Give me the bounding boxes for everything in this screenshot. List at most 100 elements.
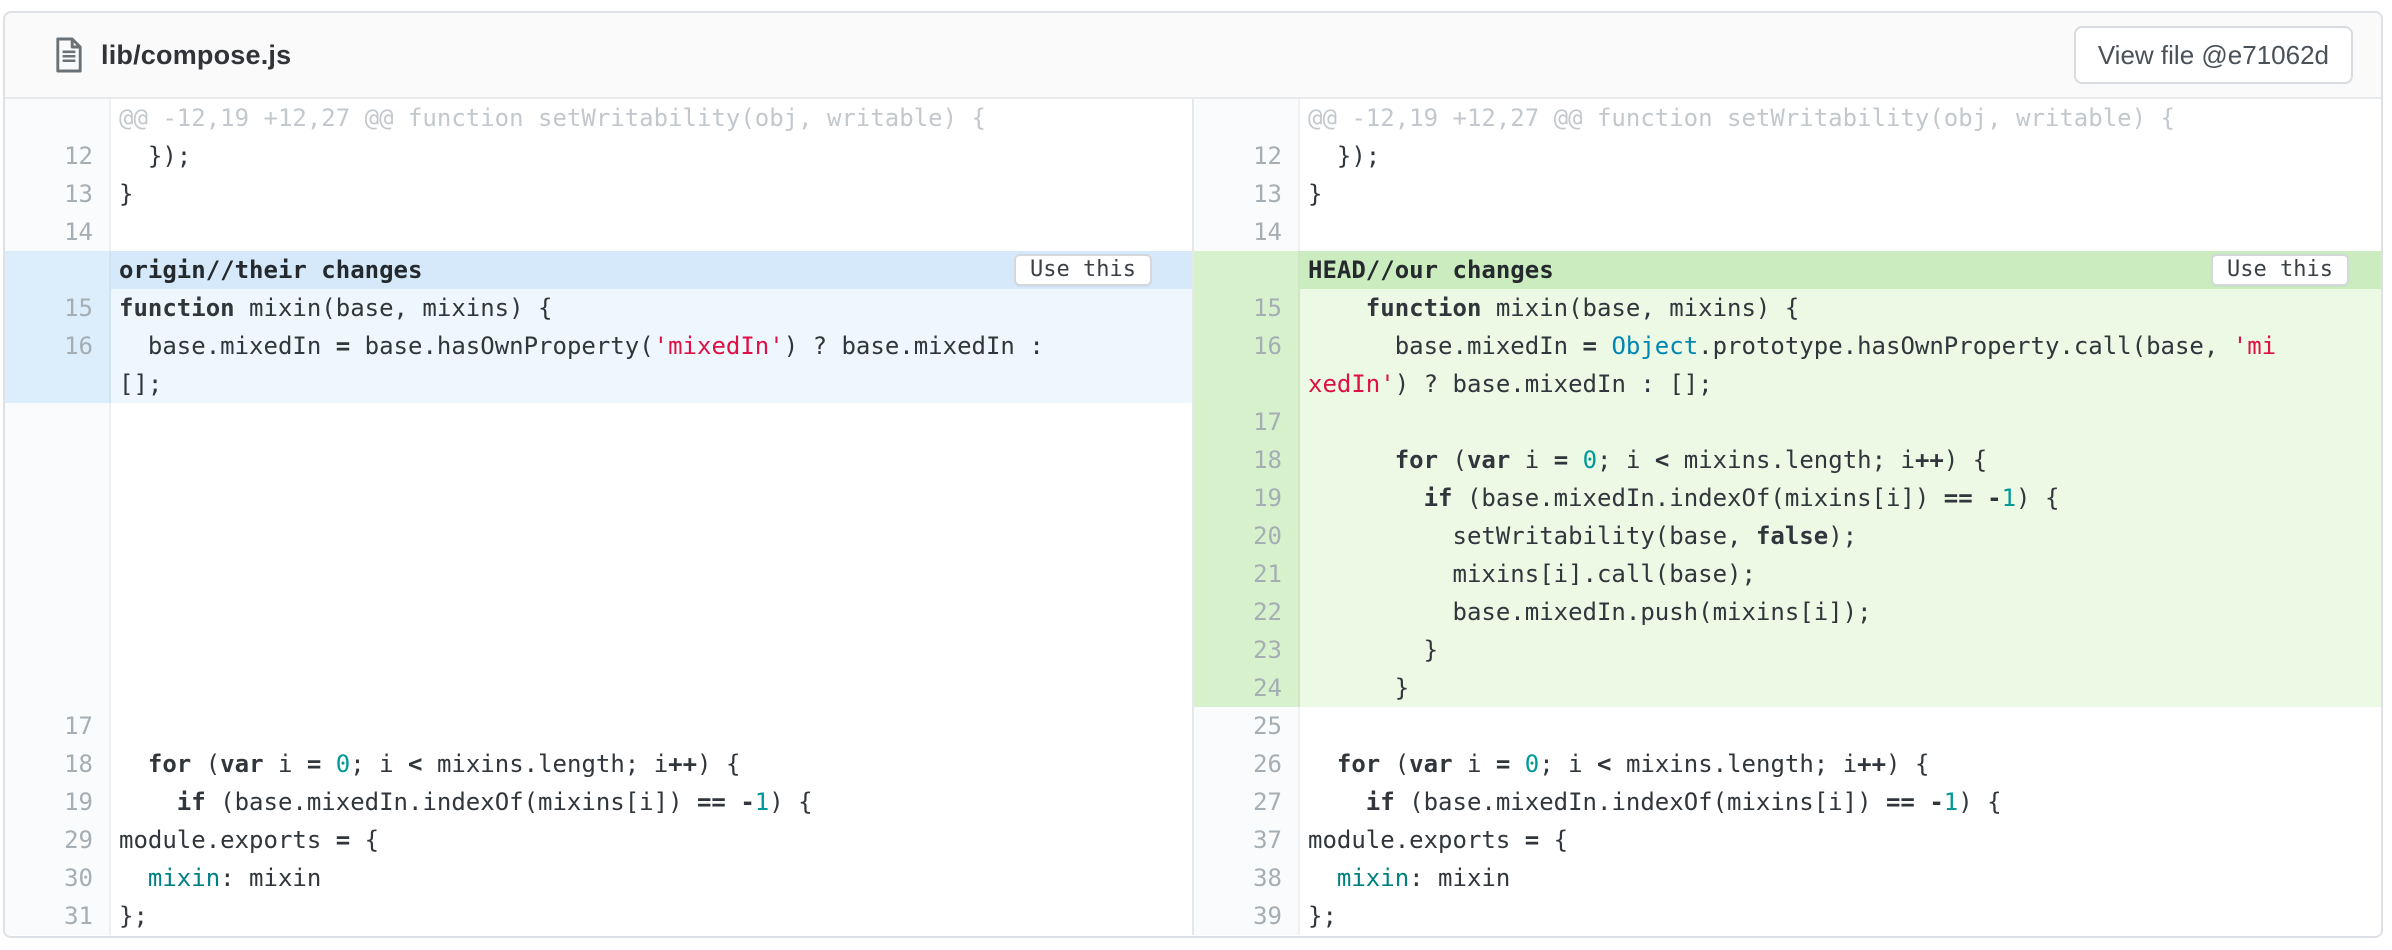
code-row: 13}: [1194, 175, 2381, 213]
code-line: origin//their changes Use this: [111, 251, 1192, 289]
use-this-button[interactable]: Use this: [2211, 254, 2349, 286]
code-line: for (var i = 0; i < mixins.length; i++) …: [1300, 441, 2381, 479]
code-row: 12 });: [1194, 137, 2381, 175]
code-line: [1300, 707, 2381, 745]
line-number: 15: [1194, 289, 1300, 327]
code-row: 26 for (var i = 0; i < mixins.length; i+…: [1194, 745, 2381, 783]
code-row: 31};: [5, 897, 1192, 935]
code-row: 30 mixin: mixin: [5, 859, 1192, 897]
code-line: setWritability(base, false);: [1300, 517, 2381, 555]
conflict-header-row: HEAD//our changes Use this: [1194, 251, 2381, 289]
line-number: 27: [1194, 783, 1300, 821]
code-line: [];: [111, 365, 1192, 403]
line-number: 37: [1194, 821, 1300, 859]
line-number: 26: [1194, 745, 1300, 783]
code-line: function mixin(base, mixins) {: [111, 289, 1192, 327]
split-diff: @@ -12,19 +12,27 @@ function setWritabil…: [5, 99, 2381, 935]
code-line: base.mixedIn = base.hasOwnProperty('mixe…: [111, 327, 1192, 365]
code-row: 29module.exports = {: [5, 821, 1192, 859]
code-row: 16 base.mixedIn = Object.prototype.hasOw…: [1194, 327, 2381, 365]
code-row: 15function mixin(base, mixins) {: [5, 289, 1192, 327]
line-number: 18: [5, 745, 111, 783]
code-row: 24 }: [1194, 669, 2381, 707]
code-line: };: [111, 897, 1192, 935]
code-line: }: [1300, 175, 2381, 213]
line-number: 12: [5, 137, 111, 175]
code-row: 25: [1194, 707, 2381, 745]
line-number: 30: [5, 859, 111, 897]
code-line: });: [1300, 137, 2381, 175]
code-row: 13}: [5, 175, 1192, 213]
code-row: 18 for (var i = 0; i < mixins.length; i+…: [5, 745, 1192, 783]
use-this-button[interactable]: Use this: [1014, 254, 1152, 286]
code-row: 14: [5, 213, 1192, 251]
code-row: 20 setWritability(base, false);: [1194, 517, 2381, 555]
code-row: 21 mixins[i].call(base);: [1194, 555, 2381, 593]
code-line: [111, 403, 1192, 707]
hunk-header-text: @@ -12,19 +12,27 @@ function setWritabil…: [111, 99, 1192, 137]
code-line: if (base.mixedIn.indexOf(mixins[i]) == -…: [1300, 783, 2381, 821]
code-line: for (var i = 0; i < mixins.length; i++) …: [111, 745, 1192, 783]
code-line: module.exports = {: [1300, 821, 2381, 859]
file-conflict-card: lib/compose.js View file @e71062d @@ -12…: [3, 11, 2383, 938]
code-line: base.mixedIn = Object.prototype.hasOwnPr…: [1300, 327, 2381, 365]
line-number: 12: [1194, 137, 1300, 175]
code-line: base.mixedIn.push(mixins[i]);: [1300, 593, 2381, 631]
filler-row: [5, 403, 1192, 707]
line-number: 29: [5, 821, 111, 859]
conflict-header-row: origin//their changes Use this: [5, 251, 1192, 289]
code-row: 23 }: [1194, 631, 2381, 669]
code-line: function mixin(base, mixins) {: [1300, 289, 2381, 327]
code-row: 22 base.mixedIn.push(mixins[i]);: [1194, 593, 2381, 631]
line-number: 19: [5, 783, 111, 821]
code-line: [1300, 213, 2381, 251]
line-number: 25: [1194, 707, 1300, 745]
line-number: 16: [1194, 327, 1300, 365]
line-number: 20: [1194, 517, 1300, 555]
code-row: 16 base.mixedIn = base.hasOwnProperty('m…: [5, 327, 1192, 365]
code-line: if (base.mixedIn.indexOf(mixins[i]) == -…: [1300, 479, 2381, 517]
line-number: [5, 251, 111, 289]
line-number: [1194, 365, 1300, 403]
line-number: 38: [1194, 859, 1300, 897]
line-number: 14: [5, 213, 111, 251]
line-number: 14: [1194, 213, 1300, 251]
code-row: 14: [1194, 213, 2381, 251]
pane-their-changes: @@ -12,19 +12,27 @@ function setWritabil…: [5, 99, 1192, 935]
line-number: 15: [5, 289, 111, 327]
code-line: });: [111, 137, 1192, 175]
line-number: 13: [1194, 175, 1300, 213]
code-row: 18 for (var i = 0; i < mixins.length; i+…: [1194, 441, 2381, 479]
line-number: [5, 365, 111, 403]
code-row: 27 if (base.mixedIn.indexOf(mixins[i]) =…: [1194, 783, 2381, 821]
line-number: [5, 99, 111, 137]
code-row: 19 if (base.mixedIn.indexOf(mixins[i]) =…: [1194, 479, 2381, 517]
code-line: }: [1300, 631, 2381, 669]
file-header: lib/compose.js View file @e71062d: [5, 13, 2381, 99]
code-row: 15 function mixin(base, mixins) {: [1194, 289, 2381, 327]
code-line: }: [111, 175, 1192, 213]
conflict-side-label: origin//their changes: [119, 251, 422, 289]
code-line: if (base.mixedIn.indexOf(mixins[i]) == -…: [111, 783, 1192, 821]
code-row: 38 mixin: mixin: [1194, 859, 2381, 897]
line-number: 22: [1194, 593, 1300, 631]
code-row: 12 });: [5, 137, 1192, 175]
file-document-icon: [53, 35, 85, 75]
line-number: [1194, 99, 1300, 137]
conflict-side-label: HEAD//our changes: [1308, 251, 1554, 289]
line-number: 23: [1194, 631, 1300, 669]
code-line: [111, 707, 1192, 745]
line-number: 19: [1194, 479, 1300, 517]
code-row: [];: [5, 365, 1192, 403]
code-line: [111, 213, 1192, 251]
line-number: 18: [1194, 441, 1300, 479]
line-number: 21: [1194, 555, 1300, 593]
code-line: module.exports = {: [111, 821, 1192, 859]
code-line: mixins[i].call(base);: [1300, 555, 2381, 593]
code-line: mixin: mixin: [111, 859, 1192, 897]
file-path-title: lib/compose.js: [101, 40, 291, 71]
view-file-button[interactable]: View file @e71062d: [2074, 26, 2353, 84]
code-row: 17: [5, 707, 1192, 745]
code-line: for (var i = 0; i < mixins.length; i++) …: [1300, 745, 2381, 783]
line-number: 16: [5, 327, 111, 365]
